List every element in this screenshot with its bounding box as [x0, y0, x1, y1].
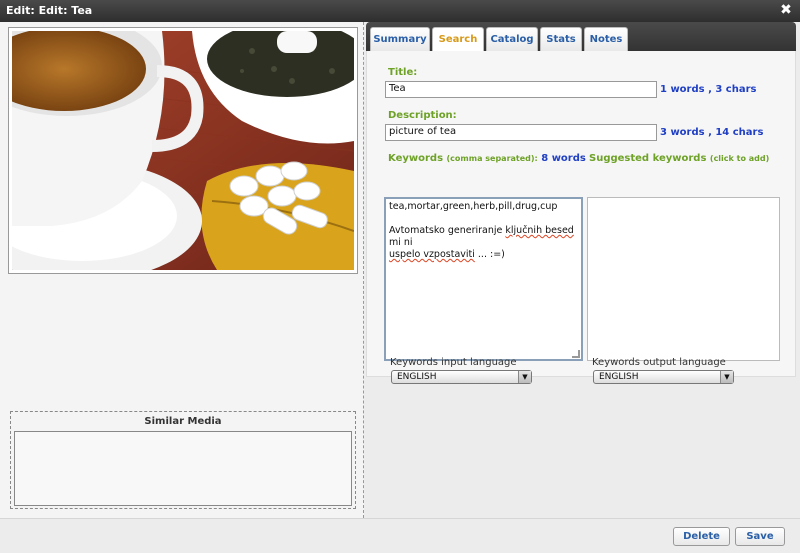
- window-title: Edit: Edit: Tea: [6, 4, 93, 17]
- output-language-label: Keywords output language: [592, 357, 726, 368]
- output-language-select[interactable]: ENGLISH ▼: [593, 370, 734, 384]
- similar-media-title: Similar Media: [144, 416, 222, 427]
- output-language-value: ENGLISH: [599, 372, 639, 382]
- tab-notes[interactable]: Notes: [584, 27, 628, 51]
- search-panel: Title: Tea 1 words , 3 chars Description…: [366, 51, 796, 384]
- tea-photo: [12, 31, 354, 270]
- title-input[interactable]: Tea: [385, 81, 657, 98]
- keywords-line-3b: ... :=): [474, 249, 505, 260]
- window-titlebar: Edit: Edit: Tea ✖: [0, 0, 800, 22]
- input-language-label: Keywords input language: [390, 357, 517, 368]
- suggested-keywords-label: Suggested keywords (click to add): [589, 153, 769, 164]
- media-preview: [8, 27, 358, 274]
- title-label: Title:: [388, 67, 418, 78]
- keywords-line-3a: uspelo vzpostaviti: [389, 249, 475, 260]
- keywords-textarea[interactable]: tea,mortar,green,herb,pill,drug,cup Avto…: [384, 197, 583, 361]
- description-count: 3 words , 14 chars: [660, 127, 764, 138]
- delete-button[interactable]: Delete: [673, 527, 730, 546]
- tab-stats[interactable]: Stats: [540, 27, 582, 51]
- chevron-down-icon: ▼: [720, 371, 733, 383]
- similar-media-panel: Similar Media: [10, 411, 356, 509]
- tab-bar: Summary Search Catalog Stats Notes: [366, 22, 796, 51]
- keywords-line-1: tea,mortar,green,herb,pill,drug,cup: [389, 201, 558, 212]
- tab-summary[interactable]: Summary: [370, 27, 430, 51]
- input-language-select[interactable]: ENGLISH ▼: [391, 370, 532, 384]
- chevron-down-icon: ▼: [518, 371, 531, 383]
- suggested-hint: (click to add): [709, 154, 770, 163]
- suggested-label-text: Suggested keywords: [589, 153, 707, 164]
- tab-search[interactable]: Search: [432, 27, 484, 51]
- keywords-line-2a: Avtomatsko generiranje: [389, 225, 506, 236]
- right-pane: Summary Search Catalog Stats Notes Title…: [366, 22, 800, 518]
- keywords-count: 8 words: [541, 153, 586, 164]
- tab-catalog[interactable]: Catalog: [486, 27, 538, 51]
- keywords-line-2b: ključnih besed: [505, 225, 574, 236]
- left-pane: Similar Media: [0, 22, 364, 518]
- keywords-hint: (comma separated):: [446, 154, 538, 163]
- save-button[interactable]: Save: [735, 527, 785, 546]
- close-icon[interactable]: ✖: [779, 3, 793, 17]
- similar-media-list: [14, 431, 352, 506]
- description-input[interactable]: picture of tea: [385, 124, 657, 141]
- description-label: Description:: [388, 110, 457, 121]
- keywords-label: Keywords (comma separated): 8 words: [388, 153, 586, 164]
- dialog-footer: Delete Save: [0, 518, 800, 553]
- suggested-keywords-list[interactable]: [587, 197, 780, 361]
- title-count: 1 words , 3 chars: [660, 84, 757, 95]
- keywords-label-text: Keywords: [388, 153, 444, 164]
- resize-grip-icon[interactable]: [572, 350, 580, 358]
- input-language-value: ENGLISH: [397, 372, 437, 382]
